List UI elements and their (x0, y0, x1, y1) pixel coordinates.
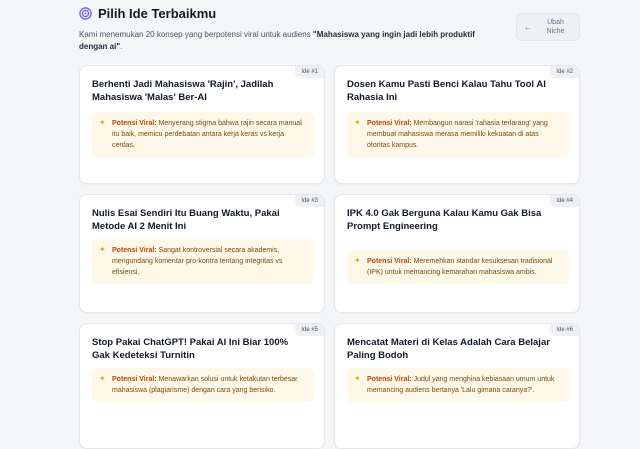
idea-title: Berhenti Jadi Mahasiswa 'Rajin', Jadilah… (92, 79, 274, 103)
idea-card-6[interactable]: Ide #6 Mencatat Materi di Kelas Adalah C… (334, 323, 580, 449)
arrow-left-icon: ← (523, 22, 533, 32)
viral-potential-box: ✦ Potensi Viral: Judul yang menghina keb… (347, 368, 569, 402)
change-niche-label: Ubah Niche (546, 19, 565, 35)
viral-potential-label: Potensi Viral: (112, 247, 157, 254)
idea-card-3[interactable]: Ide #3 Nulis Esai Sendiri Itu Buang Wakt… (79, 194, 325, 313)
viral-potential-label: Potensi Viral: (112, 120, 157, 127)
target-icon (79, 7, 92, 20)
viral-potential-box: ✦ Potensi Viral: Sangat kontroversial se… (92, 239, 314, 284)
subtitle-suffix: . (120, 42, 123, 51)
change-niche-button[interactable]: ← Ubah Niche (516, 13, 580, 41)
sparkle-icon: ✦ (354, 118, 361, 127)
viral-potential-box: ✦ Potensi Viral: Meremehkan standar kesu… (347, 250, 569, 284)
idea-title: IPK 4.0 Gak Berguna Kalau Kamu Gak Bisa … (347, 208, 542, 232)
idea-card-1[interactable]: Ide #1 Berhenti Jadi Mahasiswa 'Rajin', … (79, 65, 325, 184)
viral-potential-label: Potensi Viral: (367, 120, 412, 127)
idea-badge: Ide #3 (295, 195, 324, 207)
idea-badge: Ide #4 (550, 195, 579, 207)
idea-title: Nulis Esai Sendiri Itu Buang Waktu, Paka… (92, 208, 280, 232)
sparkle-icon: ✦ (99, 374, 106, 383)
sparkle-icon: ✦ (99, 245, 106, 254)
idea-badge: Ide #6 (550, 324, 579, 336)
viral-potential-label: Potensi Viral: (112, 376, 157, 383)
idea-card-5[interactable]: Ide #5 Stop Pakai ChatGPT! Pakai AI Ini … (79, 323, 325, 449)
viral-potential-box: ✦ Potensi Viral: Membangun narasi 'rahas… (347, 112, 569, 157)
idea-badge: Ide #1 (295, 66, 324, 78)
title-row: Pilih Ide Terbaikmu (79, 6, 549, 21)
sparkle-icon: ✦ (354, 374, 361, 383)
viral-potential-label: Potensi Viral: (367, 258, 412, 265)
idea-title: Mencatat Materi di Kelas Adalah Cara Bel… (347, 337, 550, 361)
idea-badge: Ide #5 (295, 324, 324, 336)
idea-badge: Ide #2 (550, 66, 579, 78)
idea-title: Dosen Kamu Pasti Benci Kalau Tahu Tool A… (347, 79, 546, 103)
page-title: Pilih Ide Terbaikmu (98, 6, 217, 21)
page-subtitle: Kami menemukan 20 konsep yang berpotensi… (79, 29, 499, 53)
subtitle-prefix: Kami menemukan 20 konsep yang berpotensi… (79, 30, 313, 39)
viral-potential-label: Potensi Viral: (367, 376, 412, 383)
idea-card-2[interactable]: Ide #2 Dosen Kamu Pasti Benci Kalau Tahu… (334, 65, 580, 184)
idea-card-4[interactable]: Ide #4 IPK 4.0 Gak Berguna Kalau Kamu Ga… (334, 194, 580, 313)
page-header: Pilih Ide Terbaikmu Kami menemukan 20 ko… (79, 6, 549, 53)
sparkle-icon: ✦ (354, 256, 361, 265)
sparkle-icon: ✦ (99, 118, 106, 127)
viral-potential-box: ✦ Potensi Viral: Menawarkan solusi untuk… (92, 368, 314, 402)
viral-potential-box: ✦ Potensi Viral: Menyerang stigma bahwa … (92, 112, 314, 157)
idea-title: Stop Pakai ChatGPT! Pakai AI Ini Biar 10… (92, 337, 289, 361)
